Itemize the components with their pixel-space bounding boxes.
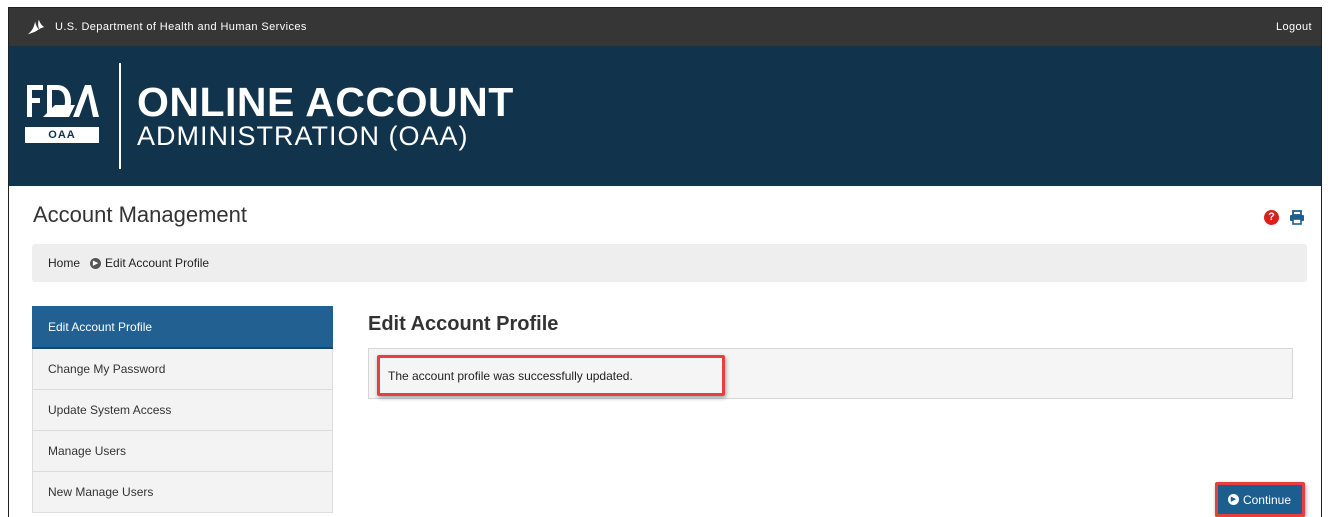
sidebar-item-change-my-password[interactable]: Change My Password xyxy=(32,349,333,390)
success-message: The account profile was successfully upd… xyxy=(377,355,725,396)
main-layout: Edit Account Profile Change My Password … xyxy=(32,306,1307,517)
banner-divider xyxy=(119,63,121,169)
top-bar: U.S. Department of Health and Human Serv… xyxy=(9,8,1321,46)
chevron-right-circle-icon: ▶ xyxy=(1227,494,1239,505)
sidebar-item-manage-users[interactable]: Manage Users xyxy=(32,431,333,472)
page-header: Account Management ? xyxy=(32,186,1307,244)
logout-link[interactable]: Logout xyxy=(1276,21,1312,33)
header-icons: ? xyxy=(1264,210,1305,225)
breadcrumb-current: Edit Account Profile xyxy=(105,256,210,270)
continue-label: Continue xyxy=(1242,492,1291,507)
banner-title-line1: ONLINE ACCOUNT xyxy=(137,79,514,125)
site-banner: OAA ONLINE ACCOUNT ADMINISTRATION (OAA) xyxy=(9,46,1321,186)
continue-button[interactable]: ▶ Continue xyxy=(1214,482,1305,517)
oaa-badge: OAA xyxy=(25,127,99,143)
chevron-right-circle-icon: ▶ xyxy=(90,257,102,269)
content-area: Account Management ? Home ▶ Edit Account… xyxy=(9,186,1321,517)
sidebar-item-new-manage-users[interactable]: New Manage Users xyxy=(32,472,333,513)
sidebar-item-edit-account-profile[interactable]: Edit Account Profile xyxy=(32,306,333,349)
agency-name: U.S. Department of Health and Human Serv… xyxy=(55,21,307,33)
breadcrumb: Home ▶ Edit Account Profile xyxy=(32,244,1307,282)
fda-logo: OAA xyxy=(25,81,113,151)
sidebar-item-update-system-access[interactable]: Update System Access xyxy=(32,390,333,431)
sidebar-nav: Edit Account Profile Change My Password … xyxy=(32,306,333,513)
help-icon[interactable]: ? xyxy=(1264,210,1279,225)
banner-title-line2: ADMINISTRATION (OAA) xyxy=(137,121,469,151)
banner-title: ONLINE ACCOUNT ADMINISTRATION (OAA) xyxy=(137,79,514,151)
page-title: Account Management xyxy=(33,202,248,227)
page-frame: U.S. Department of Health and Human Serv… xyxy=(8,7,1322,517)
agency-brand: U.S. Department of Health and Human Serv… xyxy=(25,16,307,38)
main-panel: Edit Account Profile The account profile… xyxy=(368,306,1307,517)
fda-logo-icon xyxy=(27,85,99,117)
print-icon[interactable] xyxy=(1289,210,1305,225)
section-heading: Edit Account Profile xyxy=(368,313,559,335)
hhs-eagle-icon xyxy=(27,19,45,35)
status-message-box: The account profile was successfully upd… xyxy=(368,348,1293,399)
breadcrumb-home[interactable]: Home xyxy=(48,256,80,270)
